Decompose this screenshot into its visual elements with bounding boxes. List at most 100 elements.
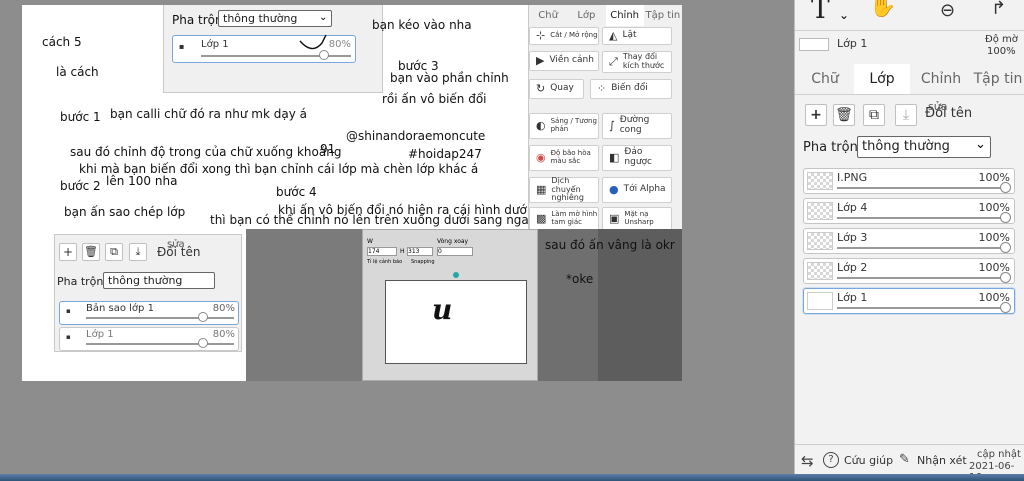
tab-file[interactable]: Tập tin: [971, 64, 1024, 94]
feedback-icon: ✎: [899, 452, 910, 467]
blend-label: Pha trộn: [803, 140, 858, 155]
transform-dialog: W Vòng xoay 174 H 313 0 Tỉ lệ cảnh báo S…: [362, 229, 538, 381]
to-alpha-button[interactable]: ● Tới Alpha: [602, 177, 672, 203]
zoom-out-icon[interactable]: ⊖: [940, 0, 955, 21]
invert-icon: ◧: [609, 150, 620, 164]
layer-opacity: 80%: [212, 329, 235, 340]
snapping-checkbox[interactable]: Snapping: [411, 259, 435, 265]
text-tool-icon[interactable]: T: [811, 0, 830, 25]
opacity-slider-knob[interactable]: [1000, 212, 1011, 223]
tab-adjust[interactable]: Chỉnh: [913, 64, 969, 94]
help-icon[interactable]: ?: [823, 452, 839, 468]
brightness-icon: ◐: [536, 118, 546, 132]
transform-button[interactable]: ⁘ Biến đổi: [590, 79, 672, 99]
duplicate-layer-icon[interactable]: ⧉: [863, 104, 885, 126]
vignette-button[interactable]: ▶ Viền cảnh: [529, 51, 599, 71]
tab-layer[interactable]: Lớp: [567, 5, 605, 26]
rotate-button[interactable]: ↻ Quay: [529, 79, 584, 99]
layer-thumb-icon: ▪: [66, 333, 71, 341]
keep-ratio-checkbox[interactable]: Tỉ lệ cảnh báo: [367, 259, 402, 265]
duplicate-layer-icon[interactable]: ⧉: [105, 243, 123, 261]
tool-tabs: Chữ Lớp Chỉnh Tập tin: [529, 5, 682, 26]
feedback-link[interactable]: Nhận xét: [917, 454, 967, 467]
w-label: W: [367, 238, 373, 245]
mini-layer-panel-bottom: + 🗑 ⧉ ⤓ Đổi tên sửa Pha trộn thông thườn…: [54, 234, 242, 352]
resize-icon: ⤢: [609, 54, 618, 68]
crop-button[interactable]: ⊹ Cắt / Mở rộng: [529, 27, 599, 45]
redo-icon[interactable]: ↱: [991, 0, 1006, 19]
rotation-input[interactable]: 0: [437, 247, 473, 256]
current-layer-thumb: [799, 38, 829, 51]
layer-thumb-icon: ▪: [66, 307, 71, 315]
play-icon: ▶: [536, 53, 545, 67]
trash-icon[interactable]: 🗑: [833, 104, 855, 126]
canvas-image: Pha trộn thông thường ⌄ ▪ Lớp 1 80% cách…: [22, 5, 682, 381]
blend-select[interactable]: thông thường: [857, 136, 991, 158]
edit-overlay-text: sửa: [167, 239, 185, 250]
updated-label: cập nhật: [977, 449, 1021, 460]
h-label: H: [400, 248, 405, 255]
opacity-value: 100%: [987, 46, 1016, 57]
note-oke: *oke: [566, 272, 594, 286]
right-sidebar: T ⌄ ✋ ⊖ ↱ Lớp 1 Độ mờ 100% Chữ Lớp Chỉnh…: [794, 0, 1024, 481]
triangle-blur-button[interactable]: ▩ Làm mờ hình tam giác: [529, 207, 599, 231]
tab-adjust[interactable]: Chỉnh: [605, 5, 644, 26]
layer-name: Lớp 1: [86, 329, 114, 340]
add-layer-icon[interactable]: +: [59, 243, 77, 261]
flip-icon: ◭: [609, 28, 618, 42]
layer-opacity: 80%: [212, 303, 235, 314]
help-link[interactable]: Cứu giúp: [844, 454, 893, 467]
layer-row[interactable]: I.PNG 100%: [803, 168, 1015, 194]
blend-select[interactable]: thông thường: [103, 272, 215, 289]
curves-icon: ∫: [609, 118, 615, 132]
trash-icon[interactable]: 🗑: [82, 243, 100, 261]
opacity-label: Độ mờ: [985, 34, 1018, 45]
layer-thumb: [807, 202, 833, 220]
layer-row[interactable]: Lớp 3 100%: [803, 228, 1015, 254]
tilt-shift-button[interactable]: ▦ Dịch chuyển nghiêng: [529, 176, 599, 203]
opacity-slider-knob[interactable]: [1000, 242, 1011, 253]
layer-row[interactable]: Lớp 4 100%: [803, 198, 1015, 224]
add-layer-icon[interactable]: +: [805, 104, 827, 126]
curves-button[interactable]: ∫ Đường cong: [602, 113, 672, 139]
merge-down-icon[interactable]: ⤓: [895, 104, 917, 126]
alpha-icon: ●: [609, 182, 619, 196]
opacity-slider-knob[interactable]: [1000, 182, 1011, 193]
blur-icon: ▩: [536, 211, 547, 225]
opacity-slider-knob[interactable]: [1000, 302, 1011, 313]
layer-thumb: [807, 292, 833, 310]
layer-row[interactable]: ▪ Lớp 1 80%: [59, 327, 239, 351]
layer-row[interactable]: Lớp 2 100%: [803, 258, 1015, 284]
saturation-button[interactable]: ◉ Độ bão hòa màu sắc: [529, 145, 599, 171]
swap-icon[interactable]: ⇆: [801, 452, 814, 470]
mask-icon: ▣: [609, 211, 620, 225]
tab-layer[interactable]: Lớp: [854, 64, 910, 94]
rotate-icon: ↻: [536, 81, 546, 95]
tab-text[interactable]: Chữ: [529, 5, 567, 26]
transform-icon: ⁘: [597, 81, 607, 95]
crop-icon: ⊹: [536, 28, 546, 42]
h-input[interactable]: 313: [407, 247, 433, 256]
flip-button[interactable]: ◭ Lật: [602, 27, 672, 45]
layer-thumb: [807, 232, 833, 250]
opacity-slider-knob[interactable]: [1000, 272, 1011, 283]
merge-down-icon[interactable]: ⤓: [129, 243, 147, 261]
tab-file[interactable]: Tập tin: [644, 5, 682, 26]
invert-button[interactable]: ◧ Đảo ngược: [602, 145, 672, 171]
hand-icon[interactable]: ✋: [869, 0, 896, 19]
w-input[interactable]: 174: [367, 247, 397, 256]
rotate-handle[interactable]: [453, 272, 459, 278]
chevron-down-icon: ⌄: [975, 137, 986, 152]
tab-text[interactable]: Chữ: [799, 64, 851, 94]
layer-thumb: [807, 172, 833, 190]
note-then-ok: sau đó ấn vâng là okr: [545, 238, 675, 252]
edit-overlay-text: sửa: [928, 100, 948, 113]
layer-row-copy[interactable]: ▪ Bản sao lớp 1 80%: [59, 301, 239, 325]
layer-row-selected[interactable]: Lớp 1 100%: [803, 288, 1015, 314]
chevron-down-icon: ⌄: [839, 8, 850, 22]
layer-name: Lớp 2: [837, 261, 868, 274]
rotation-label: Vòng xoay: [437, 238, 469, 245]
unsharp-mask-button[interactable]: ▣ Mặt nạ Unsharp: [602, 207, 672, 231]
resize-button[interactable]: ⤢ Thay đổi kích thước: [602, 51, 672, 73]
brightness-button[interactable]: ◐ Sáng / Tương phản: [529, 113, 599, 139]
